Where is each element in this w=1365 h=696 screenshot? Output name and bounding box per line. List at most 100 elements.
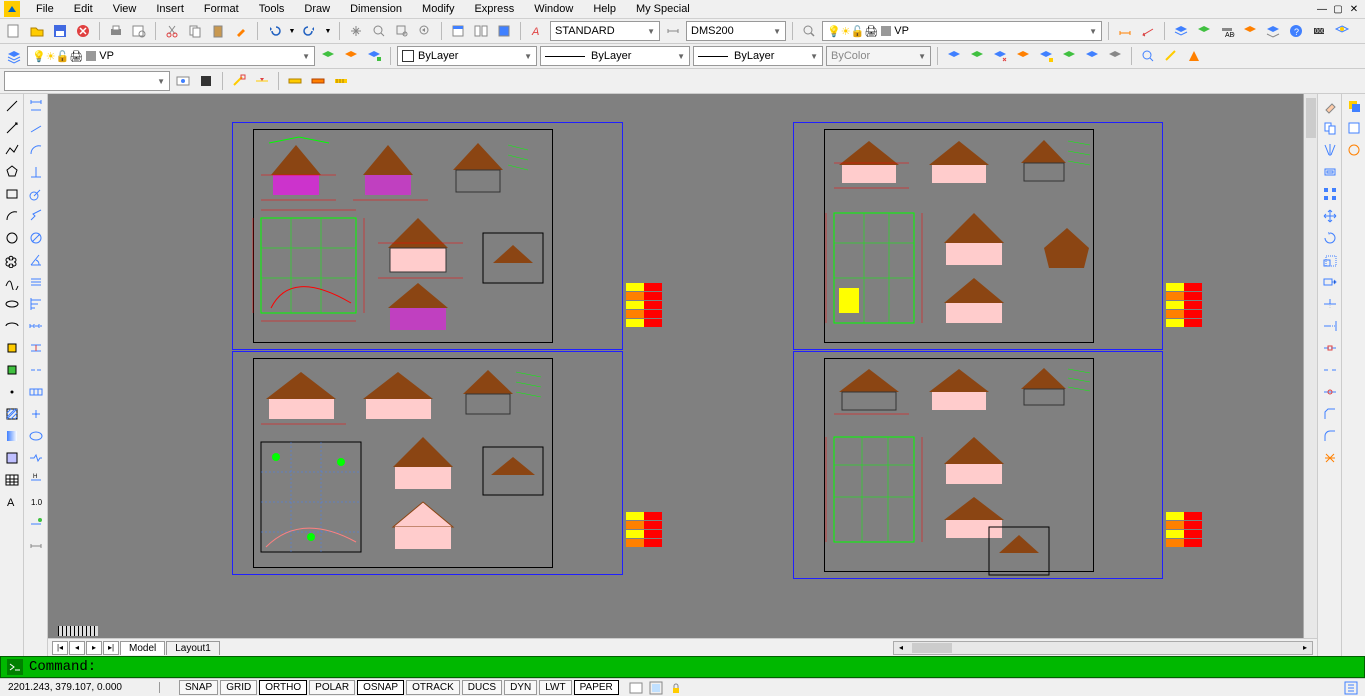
zoom-window-icon[interactable] xyxy=(392,21,412,41)
dimstyle-icon[interactable] xyxy=(663,21,683,41)
revcloud2-icon[interactable] xyxy=(1344,140,1364,160)
layer-on-icon[interactable] xyxy=(1082,46,1102,66)
named-view-combo[interactable]: ▼ xyxy=(4,71,170,91)
offset-icon[interactable] xyxy=(1320,162,1340,182)
design-center-icon[interactable] xyxy=(471,21,491,41)
layer-edit-icon[interactable]: ABC xyxy=(1217,21,1237,41)
pan-icon[interactable] xyxy=(346,21,366,41)
layer-off2-icon[interactable] xyxy=(1105,46,1125,66)
ellipse-arc-icon[interactable] xyxy=(2,316,22,336)
spline-icon[interactable] xyxy=(2,272,22,292)
layer-thaw-icon[interactable] xyxy=(1013,46,1033,66)
tab-first-icon[interactable]: |◂ xyxy=(52,641,68,655)
command-line[interactable]: Command: xyxy=(0,656,1365,678)
mtext-icon[interactable]: A xyxy=(2,492,22,512)
menu-help[interactable]: Help xyxy=(583,1,626,17)
chamfer-icon[interactable] xyxy=(1320,404,1340,424)
find-icon[interactable] xyxy=(799,21,819,41)
continue-dim-icon[interactable] xyxy=(26,316,46,336)
dim-style-icon[interactable] xyxy=(26,536,46,556)
toggle-ducs[interactable]: DUCS xyxy=(462,680,502,695)
tolerance-icon[interactable] xyxy=(26,382,46,402)
explode-icon[interactable] xyxy=(1320,448,1340,468)
linetype-combo[interactable]: ByLayer ▼ xyxy=(540,46,690,66)
open-icon[interactable] xyxy=(27,21,47,41)
close-doc-icon[interactable] xyxy=(73,21,93,41)
snap-endpoint-icon[interactable] xyxy=(229,71,249,91)
minimize-icon[interactable]: — xyxy=(1315,2,1329,16)
dim-diameter-icon[interactable] xyxy=(26,228,46,248)
point-icon[interactable] xyxy=(2,382,22,402)
gradient-icon[interactable] xyxy=(2,426,22,446)
zoom-prev-icon[interactable] xyxy=(415,21,435,41)
mirror-icon[interactable] xyxy=(1320,140,1340,160)
table-icon[interactable] xyxy=(2,470,22,490)
menu-view[interactable]: View xyxy=(103,1,147,17)
redo-icon[interactable] xyxy=(300,21,320,41)
lineweight-combo[interactable]: ByLayer ▼ xyxy=(693,46,823,66)
dim-radius-icon[interactable] xyxy=(26,184,46,204)
clean-screen-icon[interactable] xyxy=(1343,680,1359,696)
measure-icon[interactable] xyxy=(285,71,305,91)
dim-text-edit-icon[interactable]: 1.0 xyxy=(26,492,46,512)
jog-line-icon[interactable] xyxy=(26,448,46,468)
menu-format[interactable]: Format xyxy=(194,1,249,17)
center-mark-icon[interactable] xyxy=(26,404,46,424)
menu-tools[interactable]: Tools xyxy=(249,1,295,17)
zoom-extents-icon[interactable] xyxy=(1138,46,1158,66)
layer-lock-icon[interactable] xyxy=(1036,46,1056,66)
make-block-icon[interactable] xyxy=(2,360,22,380)
stretch-icon[interactable] xyxy=(1320,272,1340,292)
area-icon[interactable] xyxy=(1184,46,1204,66)
toggle-otrack[interactable]: OTRACK xyxy=(406,680,460,695)
plotstyle-combo[interactable]: ByColor ▼ xyxy=(826,46,931,66)
ray-icon[interactable] xyxy=(2,118,22,138)
menu-file[interactable]: File xyxy=(26,1,64,17)
dim-linear2-icon[interactable] xyxy=(26,96,46,116)
toggle-snap[interactable]: SNAP xyxy=(179,680,218,695)
break-icon[interactable] xyxy=(1320,360,1340,380)
erase-icon[interactable] xyxy=(1320,96,1340,116)
layer-freeze2-icon[interactable] xyxy=(990,46,1010,66)
menu-dimension[interactable]: Dimension xyxy=(340,1,412,17)
tab-next-icon[interactable]: ▸ xyxy=(86,641,102,655)
toggle-lwt[interactable]: LWT xyxy=(539,680,571,695)
toggle-osnap[interactable]: OSNAP xyxy=(357,680,404,695)
scroll-left-icon[interactable]: ◂ xyxy=(894,642,908,654)
rotate-icon[interactable] xyxy=(1320,228,1340,248)
layer-prev-icon[interactable] xyxy=(318,46,338,66)
dim-jogged-icon[interactable] xyxy=(26,206,46,226)
layer-merge-icon[interactable] xyxy=(364,46,384,66)
horizontal-scrollbar[interactable]: ◂ ▸ xyxy=(893,641,1313,655)
layer-help-icon[interactable]: ? xyxy=(1286,21,1306,41)
print-icon[interactable] xyxy=(106,21,126,41)
tab-layout1[interactable]: Layout1 xyxy=(166,641,220,655)
layer-unlock-icon[interactable] xyxy=(1059,46,1079,66)
inspect-icon[interactable] xyxy=(26,426,46,446)
dim-ordinate-icon[interactable] xyxy=(26,162,46,182)
tool-palette-icon[interactable] xyxy=(494,21,514,41)
toggle-grid[interactable]: GRID xyxy=(220,680,257,695)
copy2-icon[interactable] xyxy=(1320,118,1340,138)
region-icon[interactable] xyxy=(2,448,22,468)
new-icon[interactable] xyxy=(4,21,24,41)
insert-block-icon[interactable] xyxy=(2,338,22,358)
array-icon[interactable] xyxy=(1320,184,1340,204)
layer-freeze-icon[interactable] xyxy=(1332,21,1352,41)
scale-icon[interactable] xyxy=(1320,250,1340,270)
menu-window[interactable]: Window xyxy=(524,1,583,17)
toggle-ortho[interactable]: ORTHO xyxy=(259,680,307,695)
maximize-icon[interactable]: ▢ xyxy=(1331,2,1345,16)
preview-icon[interactable] xyxy=(129,21,149,41)
textstyle-icon[interactable]: A xyxy=(527,21,547,41)
redo-dropdown-icon[interactable]: ▼ xyxy=(323,21,333,41)
break-point-icon[interactable] xyxy=(1320,338,1340,358)
trim-icon[interactable] xyxy=(1320,294,1340,314)
line-icon[interactable] xyxy=(2,96,22,116)
menu-draw[interactable]: Draw xyxy=(294,1,340,17)
baseline-dim-icon[interactable] xyxy=(26,294,46,314)
divide-icon[interactable] xyxy=(308,71,328,91)
extend-icon[interactable] xyxy=(1320,316,1340,336)
join-icon[interactable] xyxy=(1320,382,1340,402)
menu-modify[interactable]: Modify xyxy=(412,1,464,17)
